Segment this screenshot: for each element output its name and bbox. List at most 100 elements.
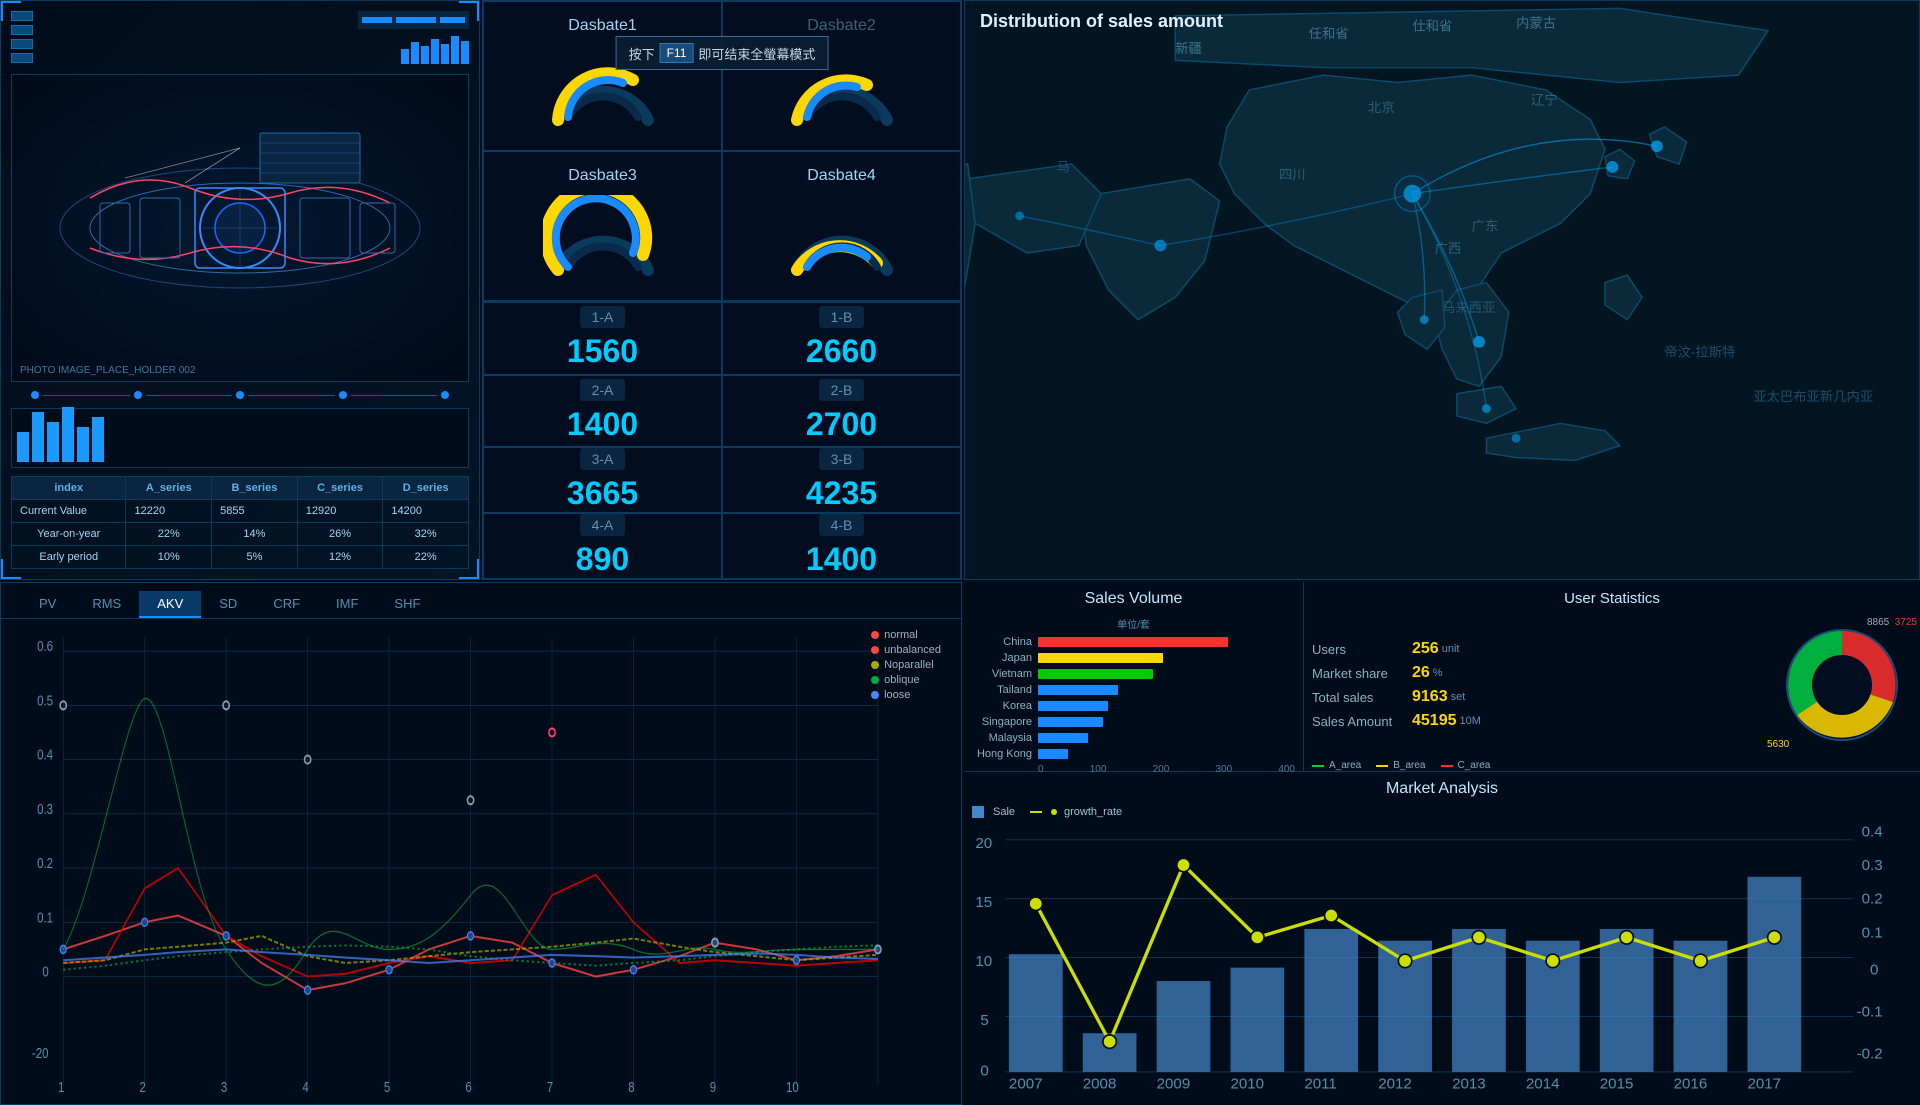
metric-value-4b: 1400 xyxy=(806,541,877,578)
tab-rms[interactable]: RMS xyxy=(74,591,139,618)
svg-text:广西: 广西 xyxy=(1435,241,1462,256)
metric-1b: 1-B 2660 xyxy=(722,302,961,375)
sales-volume-title: Sales Volume xyxy=(972,590,1295,608)
stat-unit-market: % xyxy=(1433,667,1443,679)
tech-header xyxy=(11,11,469,64)
tab-imf[interactable]: IMF xyxy=(318,591,376,618)
market-svg: 20 15 10 5 0 0.4 0.3 0.2 0.1 0 -0.1 -0.2 xyxy=(972,823,1912,1092)
tab-shf[interactable]: SHF xyxy=(376,591,438,618)
donut-label-3725: 3725 xyxy=(1895,617,1917,628)
market-section: Market Analysis Sale growth_rate 20 15 1… xyxy=(964,772,1920,1105)
tab-sd[interactable]: SD xyxy=(201,591,255,618)
metric-4b: 4-B 1400 xyxy=(722,513,961,579)
svg-text:四川: 四川 xyxy=(1279,167,1306,182)
tech-panel: PHOTO IMAGE_PLACE_HOLDER 002 xyxy=(0,0,480,580)
stat-row-salesamt: Sales Amount 45195 10M xyxy=(1312,712,1772,730)
stat-value-users: 256 xyxy=(1412,640,1439,658)
svg-text:北京: 北京 xyxy=(1368,100,1395,115)
table-row: Early period 10% 5% 12% 22% xyxy=(12,546,469,569)
tab-pv[interactable]: PV xyxy=(21,591,74,618)
map-title: Distribution of sales amount xyxy=(980,11,1223,32)
stat-row-totalsales: Total sales 9163 set xyxy=(1312,688,1772,706)
growth-dot xyxy=(1546,954,1559,967)
gauge-cell-2: Dasbate2 xyxy=(722,1,961,151)
growth-dot xyxy=(1768,931,1781,944)
bar-fill-singapore xyxy=(1038,717,1103,727)
wave-tabs[interactable]: PV RMS AKV SD CRF IMF SHF xyxy=(1,583,961,619)
bar-2011 xyxy=(1304,929,1358,1072)
gauge-title-1: Dasbate1 xyxy=(568,17,637,35)
svg-text:7: 7 xyxy=(547,1078,553,1095)
svg-text:2009: 2009 xyxy=(1157,1076,1191,1092)
svg-text:内蒙古: 内蒙古 xyxy=(1516,16,1556,31)
gauge-svg-4 xyxy=(782,195,902,285)
fullscreen-tooltip: 按下 F11 即可结束全螢幕模式 xyxy=(616,36,829,70)
svg-text:马: 马 xyxy=(1057,159,1070,174)
metric-label-3b: 3-B xyxy=(819,448,865,470)
control-btn-2[interactable] xyxy=(11,25,33,35)
legend-sale-label: Sale xyxy=(993,806,1015,818)
svg-text:辽宁: 辽宁 xyxy=(1531,92,1558,108)
donut-chart: 3725 5630 8865 xyxy=(1772,615,1912,755)
bar-2015 xyxy=(1600,929,1654,1072)
svg-text:0.2: 0.2 xyxy=(37,855,53,872)
bar-2009 xyxy=(1157,981,1211,1072)
legend-normal: normal xyxy=(871,629,941,641)
control-btn-3[interactable] xyxy=(11,39,33,49)
gauge-cell-1: Dasbate1 xyxy=(483,1,722,151)
growth-dot xyxy=(1251,931,1264,944)
sales-subtitle: 单位/套 xyxy=(972,616,1295,631)
svg-text:2016: 2016 xyxy=(1674,1076,1708,1092)
growth-dot xyxy=(1325,909,1338,922)
donut-legend: A_area B_area C_area xyxy=(1312,760,1912,771)
svg-text:2015: 2015 xyxy=(1600,1076,1634,1092)
growth-dot xyxy=(1398,954,1411,967)
bar-row-tailand: Tailand xyxy=(972,684,1295,696)
svg-text:1: 1 xyxy=(58,1078,64,1095)
control-btn-4[interactable] xyxy=(11,53,33,63)
legend-label-normal: normal xyxy=(884,629,918,641)
user-stats-title: User Statistics xyxy=(1312,590,1912,607)
stat-unit-users: unit xyxy=(1442,643,1460,655)
bottom-right-panel: Sales Volume 单位/套 China Japan Vietnam Ta… xyxy=(964,582,1920,1105)
gauge-title-2: Dasbate2 xyxy=(807,17,876,35)
svg-text:-0.1: -0.1 xyxy=(1857,1003,1883,1020)
metric-2b: 2-B 2700 xyxy=(722,375,961,448)
data-table: index A_series B_series C_series D_serie… xyxy=(11,476,469,569)
tab-crf[interactable]: CRF xyxy=(255,591,318,618)
metric-label-3a: 3-A xyxy=(580,448,626,470)
bar-label-vietnam: Vietnam xyxy=(972,668,1032,680)
legend-noparallel: Noparallel xyxy=(871,659,941,671)
bar-label-japan: Japan xyxy=(972,652,1032,664)
svg-text:4: 4 xyxy=(302,1078,308,1095)
metric-label-2a: 2-A xyxy=(580,379,626,401)
user-stats-section: User Statistics Users 256 unit Market sh… xyxy=(1304,582,1920,771)
svg-text:0.1: 0.1 xyxy=(37,909,53,926)
stat-value-totalsales: 9163 xyxy=(1412,688,1448,706)
growth-dot xyxy=(1103,1035,1116,1048)
legend-sale: Sale xyxy=(972,806,1015,818)
svg-text:0.4: 0.4 xyxy=(37,746,53,763)
svg-text:0: 0 xyxy=(980,1062,988,1079)
svg-text:10: 10 xyxy=(786,1078,799,1095)
svg-text:0.2: 0.2 xyxy=(1862,891,1883,908)
bar-chart-small xyxy=(401,34,469,64)
growth-dot xyxy=(1177,858,1190,871)
bar-label-china: China xyxy=(972,636,1032,648)
stat-label-totalsales: Total sales xyxy=(1312,690,1412,705)
stat-value-salesamt: 45195 xyxy=(1412,712,1457,730)
legend-label-oblique: oblique xyxy=(884,674,919,686)
bar-label-hongkong: Hong Kong xyxy=(972,748,1032,760)
svg-text:0: 0 xyxy=(1870,961,1878,978)
market-legend: Sale growth_rate xyxy=(972,806,1912,818)
bar-row-singapore: Singapore xyxy=(972,716,1295,728)
tab-akv[interactable]: AKV xyxy=(139,591,201,618)
f11-key: F11 xyxy=(660,43,694,63)
stat-unit-salesamt: 10M xyxy=(1460,715,1481,727)
metric-1a: 1-A 1560 xyxy=(483,302,722,375)
mini-bar-chart xyxy=(11,408,469,468)
metric-value-1a: 1560 xyxy=(567,333,638,370)
stat-row-market: Market share 26 % xyxy=(1312,664,1772,682)
engine-svg xyxy=(40,118,440,338)
svg-text:新疆: 新疆 xyxy=(1175,41,1202,56)
